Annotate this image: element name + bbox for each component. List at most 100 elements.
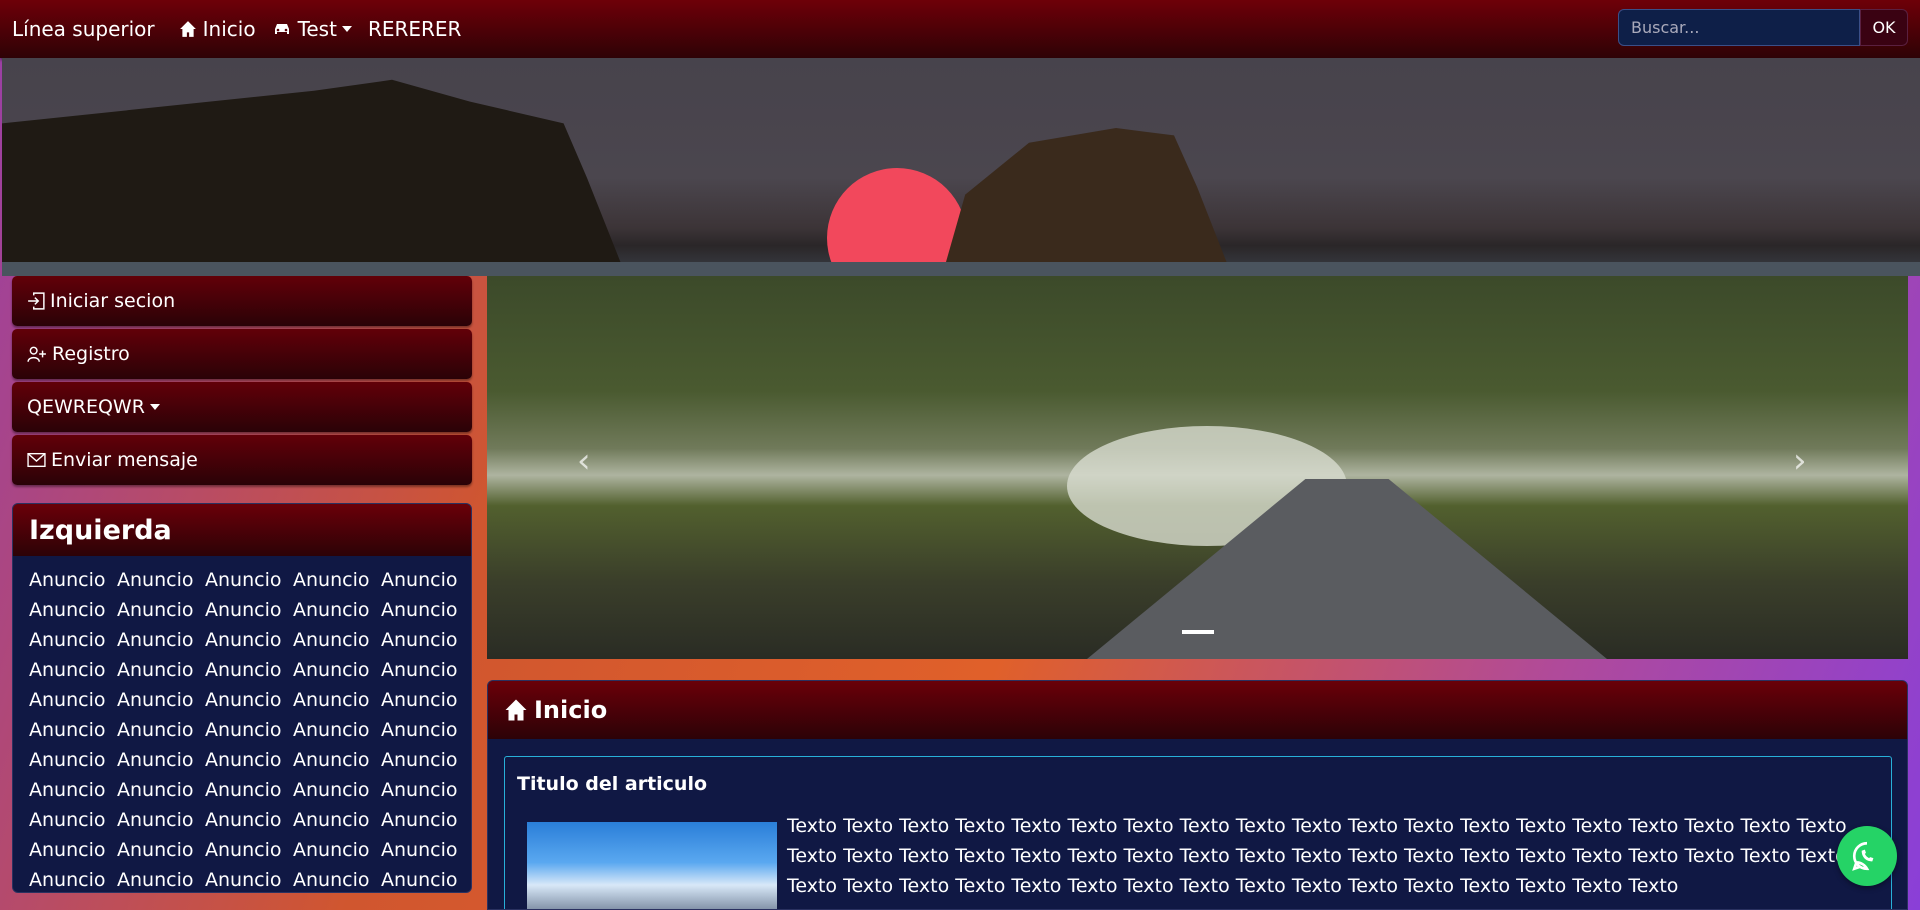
ad-item[interactable]: Anuncio bbox=[293, 688, 381, 712]
house-icon bbox=[179, 21, 196, 37]
ad-item[interactable]: Anuncio bbox=[293, 838, 381, 862]
ad-item[interactable]: Anuncio bbox=[381, 838, 469, 862]
ad-item[interactable]: Anuncio bbox=[293, 718, 381, 742]
ad-item[interactable]: Anuncio bbox=[293, 748, 381, 772]
ad-item[interactable]: Anuncio bbox=[381, 718, 469, 742]
ad-item[interactable]: Anuncio bbox=[293, 658, 381, 682]
nav-inicio-label: Inicio bbox=[202, 17, 256, 41]
carousel-next-button[interactable]: › bbox=[1793, 441, 1807, 481]
search-button[interactable]: OK bbox=[1860, 9, 1908, 46]
ad-item[interactable]: Anuncio bbox=[293, 598, 381, 622]
content-header: Inicio bbox=[488, 681, 1907, 739]
search-form: OK bbox=[1618, 9, 1908, 46]
search-input[interactable] bbox=[1618, 9, 1860, 46]
ad-item[interactable]: Anuncio bbox=[117, 688, 205, 712]
ad-item[interactable]: Anuncio bbox=[293, 778, 381, 802]
ad-item[interactable]: Anuncio bbox=[205, 688, 293, 712]
article-text: Texto Texto Texto Texto Texto Texto Text… bbox=[787, 815, 1847, 897]
register-button[interactable]: Registro bbox=[12, 329, 472, 379]
ad-item[interactable]: Anuncio bbox=[293, 628, 381, 652]
ad-item[interactable]: Anuncio bbox=[117, 838, 205, 862]
nav-inicio[interactable]: Inicio bbox=[179, 17, 256, 41]
qewreqwr-label: QEWREQWR bbox=[27, 396, 145, 418]
ad-item[interactable]: Anuncio bbox=[381, 868, 469, 892]
ad-item[interactable]: Anuncio bbox=[293, 568, 381, 592]
navbar-brand[interactable]: Línea superior bbox=[12, 17, 155, 41]
ad-item[interactable]: Anuncio bbox=[29, 568, 117, 592]
ad-item[interactable]: Anuncio bbox=[117, 598, 205, 622]
ad-item[interactable]: Anuncio bbox=[381, 778, 469, 802]
ad-item[interactable]: Anuncio bbox=[117, 868, 205, 892]
ad-item[interactable]: Anuncio bbox=[205, 778, 293, 802]
whatsapp-button[interactable] bbox=[1837, 826, 1897, 886]
qewreqwr-dropdown[interactable]: QEWREQWR bbox=[12, 382, 472, 432]
send-message-button[interactable]: Enviar mensaje bbox=[12, 435, 472, 485]
whatsapp-icon bbox=[1852, 841, 1874, 871]
ad-item[interactable]: Anuncio bbox=[381, 688, 469, 712]
left-sidebar: Iniciar secion Registro QEWREQWR Enviar … bbox=[12, 276, 472, 893]
ad-item[interactable]: Anuncio bbox=[29, 868, 117, 892]
ad-item[interactable]: Anuncio bbox=[29, 598, 117, 622]
ad-item[interactable]: Anuncio bbox=[205, 628, 293, 652]
left-panel: Izquierda Anuncio Anuncio Anuncio Anuncio An… bbox=[12, 503, 472, 893]
carousel-indicator[interactable] bbox=[1182, 630, 1214, 634]
ad-item[interactable]: Anuncio bbox=[205, 838, 293, 862]
ad-item[interactable]: Anuncio bbox=[381, 568, 469, 592]
ad-item[interactable]: Anuncio bbox=[205, 868, 293, 892]
ad-item[interactable]: Anuncio bbox=[205, 598, 293, 622]
ad-item[interactable]: Anuncio bbox=[29, 748, 117, 772]
ad-item[interactable]: Anuncio bbox=[117, 808, 205, 832]
ad-item[interactable]: Anuncio bbox=[205, 748, 293, 772]
nav-rererer-label: RERERER bbox=[367, 17, 462, 41]
ad-item[interactable]: Anuncio bbox=[293, 808, 381, 832]
chevron-down-icon bbox=[341, 26, 352, 32]
banner-sun bbox=[827, 168, 967, 276]
top-navbar: Línea superior Inicio Test RERERER OK bbox=[0, 0, 1920, 58]
panel-title: Izquierda bbox=[13, 504, 471, 556]
ad-item[interactable]: Anuncio bbox=[205, 808, 293, 832]
article-card: Titulo del articulo Texto Texto Texto Te… bbox=[504, 756, 1892, 909]
login-button[interactable]: Iniciar secion bbox=[12, 276, 472, 326]
carousel-prev-button[interactable]: ‹ bbox=[577, 441, 591, 481]
ad-item[interactable]: Anuncio bbox=[381, 628, 469, 652]
ad-item[interactable]: Anuncio bbox=[205, 718, 293, 742]
ad-item[interactable]: Anuncio bbox=[29, 628, 117, 652]
banner-sea bbox=[2, 262, 1920, 276]
ad-item[interactable]: Anuncio bbox=[117, 718, 205, 742]
ad-item[interactable]: Anuncio bbox=[29, 838, 117, 862]
ad-item[interactable]: Anuncio bbox=[117, 748, 205, 772]
nav-test-dropdown[interactable]: Test bbox=[272, 17, 352, 41]
ad-item[interactable]: Anuncio bbox=[117, 778, 205, 802]
ad-item[interactable]: Anuncio bbox=[117, 568, 205, 592]
article-title: Titulo del articulo bbox=[517, 773, 708, 795]
ad-item[interactable]: Anuncio bbox=[29, 778, 117, 802]
ad-item[interactable]: Anuncio bbox=[117, 628, 205, 652]
image-carousel: ‹ › bbox=[487, 276, 1908, 659]
ad-item[interactable]: Anuncio bbox=[381, 598, 469, 622]
house-icon bbox=[505, 699, 527, 721]
ad-item[interactable]: Anuncio bbox=[117, 658, 205, 682]
user-plus-icon bbox=[27, 346, 46, 362]
ad-item[interactable]: Anuncio bbox=[29, 658, 117, 682]
nav-test-label: Test bbox=[297, 17, 337, 41]
ad-item[interactable]: Anuncio bbox=[381, 808, 469, 832]
ad-item[interactable]: Anuncio bbox=[381, 658, 469, 682]
main-content-panel: Inicio Titulo del articulo Texto Texto T… bbox=[487, 680, 1908, 910]
ad-item[interactable]: Anuncio bbox=[29, 808, 117, 832]
ad-item[interactable]: Anuncio bbox=[293, 868, 381, 892]
banner-cliff-left bbox=[2, 79, 626, 276]
envelope-icon bbox=[27, 452, 46, 468]
banner-rock-right bbox=[942, 128, 1232, 276]
nav-rererer[interactable]: RERERER bbox=[368, 17, 462, 41]
chevron-down-icon bbox=[149, 404, 160, 410]
ad-item[interactable]: Anuncio bbox=[29, 718, 117, 742]
ad-item[interactable]: Anuncio bbox=[205, 658, 293, 682]
register-label: Registro bbox=[52, 343, 130, 365]
ad-item[interactable]: Anuncio bbox=[205, 568, 293, 592]
header-banner-image bbox=[2, 58, 1920, 276]
login-label: Iniciar secion bbox=[50, 290, 176, 312]
ad-item[interactable]: Anuncio bbox=[381, 748, 469, 772]
content-title: Inicio bbox=[534, 696, 608, 724]
article-image bbox=[527, 822, 777, 909]
ad-item[interactable]: Anuncio bbox=[29, 688, 117, 712]
